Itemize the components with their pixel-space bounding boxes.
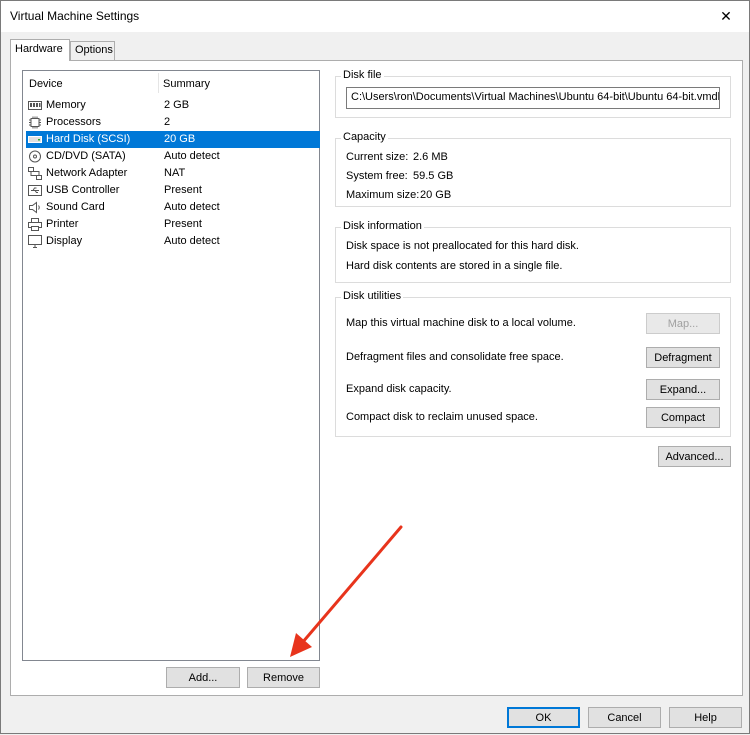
device-summary: Present	[164, 218, 202, 230]
device-row-hard-disk[interactable]: Hard Disk (SCSI) 20 GB	[26, 131, 320, 148]
device-name: Sound Card	[46, 201, 105, 213]
cancel-button[interactable]: Cancel	[588, 707, 661, 728]
close-icon: ✕	[720, 8, 732, 24]
tab-hardware[interactable]: Hardware	[10, 39, 70, 61]
maximum-size-label: Maximum size:	[346, 189, 420, 201]
current-size-value: 2.6 MB	[413, 151, 448, 163]
remove-button[interactable]: Remove	[247, 667, 320, 688]
column-header-device[interactable]: Device	[29, 78, 63, 90]
hard-disk-icon	[28, 133, 42, 146]
close-button[interactable]: ✕	[703, 1, 749, 32]
system-free-label: System free:	[346, 170, 408, 182]
network-adapter-icon	[28, 167, 42, 180]
disk-file-group: Disk file C:\Users\ron\Documents\Virtual…	[335, 69, 731, 118]
disk-file-group-title: Disk file	[341, 69, 384, 81]
device-list-header: Device Summary	[23, 71, 319, 95]
device-summary: Auto detect	[164, 201, 220, 213]
device-row-printer[interactable]: Printer Present	[26, 216, 320, 233]
capacity-group-title: Capacity	[341, 131, 388, 143]
maximum-size-value: 20 GB	[420, 189, 452, 201]
disk-information-group: Disk information Disk space is not preal…	[335, 220, 731, 283]
column-divider[interactable]	[158, 73, 159, 93]
disk-information-group-title: Disk information	[341, 220, 424, 232]
device-name: Hard Disk (SCSI)	[46, 133, 131, 145]
disk-file-path-field[interactable]: C:\Users\ron\Documents\Virtual Machines\…	[346, 87, 720, 109]
display-icon	[28, 235, 42, 248]
disk-information-line-1: Disk space is not preallocated for this …	[346, 240, 579, 252]
map-button[interactable]: Map...	[646, 313, 720, 334]
device-row-processors[interactable]: Processors 2	[26, 114, 320, 131]
help-button[interactable]: Help	[669, 707, 742, 728]
device-name: Network Adapter	[46, 167, 128, 179]
ok-button[interactable]: OK	[507, 707, 580, 728]
tab-options-label: Options	[75, 44, 113, 56]
disk-utilities-group-title: Disk utilities	[341, 290, 404, 302]
device-summary: 2	[164, 116, 171, 128]
compact-description: Compact disk to reclaim unused space.	[346, 411, 538, 423]
device-summary: Auto detect	[164, 235, 220, 247]
usb-icon	[28, 184, 42, 197]
device-summary: Present	[164, 184, 202, 196]
current-size-label: Current size:	[346, 151, 409, 163]
cd-dvd-icon	[28, 150, 42, 163]
hardware-tab-panel: Device Summary Memory 2 GB Processors 2	[10, 60, 743, 696]
device-row-usb-controller[interactable]: USB Controller Present	[26, 182, 320, 199]
compact-button[interactable]: Compact	[646, 407, 720, 428]
device-summary: NAT	[164, 167, 186, 179]
device-row-cd-dvd[interactable]: CD/DVD (SATA) Auto detect	[26, 148, 320, 165]
advanced-button[interactable]: Advanced...	[658, 446, 731, 467]
device-name: CD/DVD (SATA)	[46, 150, 126, 162]
device-summary: Auto detect	[164, 150, 220, 162]
device-row-sound-card[interactable]: Sound Card Auto detect	[26, 199, 320, 216]
add-button[interactable]: Add...	[166, 667, 240, 688]
expand-description: Expand disk capacity.	[346, 383, 452, 395]
device-row-memory[interactable]: Memory 2 GB	[26, 97, 320, 114]
map-description: Map this virtual machine disk to a local…	[346, 317, 576, 329]
device-row-network-adapter[interactable]: Network Adapter NAT	[26, 165, 320, 182]
device-summary: 20 GB	[164, 133, 196, 145]
processor-icon	[28, 116, 42, 129]
device-name: Printer	[46, 218, 79, 230]
disk-information-line-2: Hard disk contents are stored in a singl…	[346, 260, 563, 272]
tab-options[interactable]: Options	[70, 41, 115, 60]
device-name: USB Controller	[46, 184, 120, 196]
disk-utilities-group: Disk utilities Map this virtual machine …	[335, 290, 731, 437]
device-name: Memory	[46, 99, 86, 111]
memory-icon	[28, 99, 42, 112]
defragment-button[interactable]: Defragment	[646, 347, 720, 368]
window-title: Virtual Machine Settings	[10, 9, 140, 23]
device-name: Processors	[46, 116, 102, 128]
capacity-group: Capacity Current size: 2.6 MB System fre…	[335, 131, 731, 207]
device-name: Display	[46, 235, 83, 247]
device-list[interactable]: Device Summary Memory 2 GB Processors 2	[22, 70, 320, 661]
sound-card-icon	[28, 201, 42, 214]
system-free-value: 59.5 GB	[413, 170, 454, 182]
defragment-description: Defragment files and consolidate free sp…	[346, 351, 564, 363]
column-header-summary[interactable]: Summary	[163, 78, 210, 90]
tab-hardware-label: Hardware	[15, 43, 63, 55]
device-summary: 2 GB	[164, 99, 190, 111]
printer-icon	[28, 218, 42, 231]
expand-button[interactable]: Expand...	[646, 379, 720, 400]
virtual-machine-settings-window: Virtual Machine Settings ✕ Hardware Opti…	[0, 0, 750, 734]
title-bar: Virtual Machine Settings ✕	[1, 1, 749, 32]
device-row-display[interactable]: Display Auto detect	[26, 233, 320, 250]
